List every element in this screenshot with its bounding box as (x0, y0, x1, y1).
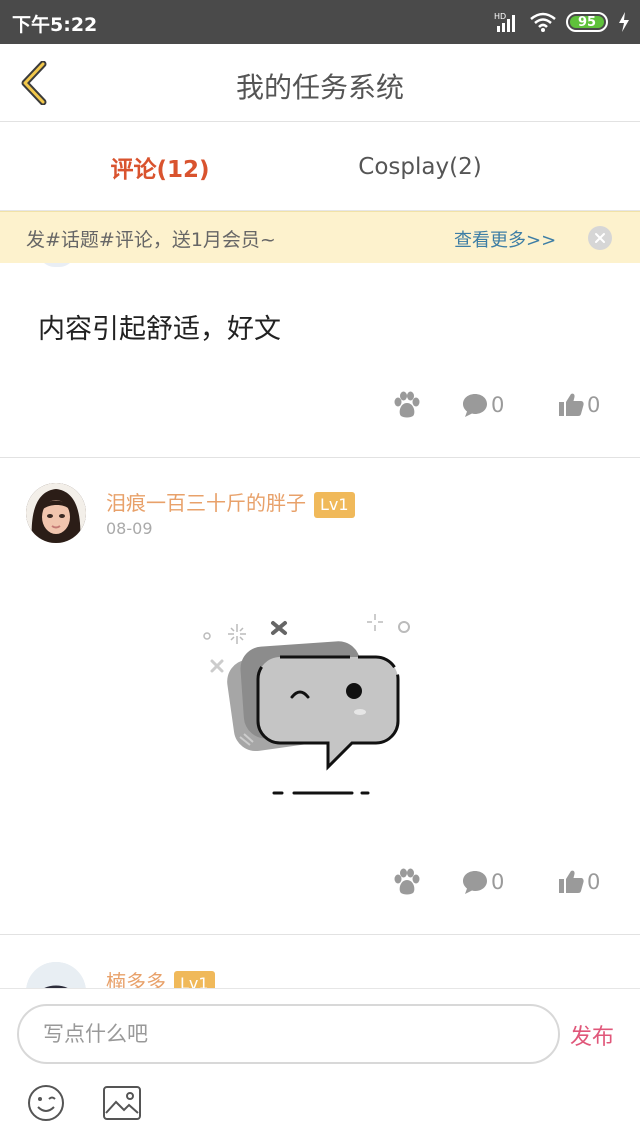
emoji-button[interactable] (26, 1083, 66, 1123)
avatar (38, 263, 76, 267)
comment-button[interactable]: 0 (462, 867, 504, 897)
thumbs-up-icon (559, 870, 584, 893)
battery-level: 95 (577, 14, 597, 30)
comment-composer: 发布 (0, 988, 640, 1138)
thumbs-up-icon (559, 393, 584, 416)
comment-button[interactable]: 0 (462, 390, 504, 420)
paw-icon (394, 868, 420, 895)
promo-more-link[interactable]: 查看更多>> (454, 226, 556, 252)
signal-hd-label: HD (494, 12, 506, 21)
publish-button[interactable]: 发布 (570, 1019, 614, 1051)
username[interactable]: 楠多多 Lv1 (106, 966, 215, 988)
paw-button[interactable] (392, 390, 422, 420)
signal-icon: HD (494, 12, 515, 32)
promo-banner: 发#话题#评论，送1月会员~ 查看更多>> (0, 211, 640, 263)
comment-icon (463, 394, 487, 417)
speech-bubble-illustration (203, 614, 410, 795)
comment-count: 0 (491, 870, 505, 894)
level-badge: Lv1 (174, 970, 215, 988)
like-count: 0 (587, 393, 601, 417)
like-button[interactable]: 0 (558, 390, 600, 420)
comment-text: 内容引起舒适，好文 (38, 314, 281, 345)
nav-bar: 我的任务系统 (0, 44, 640, 122)
username[interactable]: 泪痕一百三十斤的胖子 Lv1 (106, 487, 355, 518)
image-button[interactable] (102, 1085, 142, 1121)
level-badge: Lv1 (314, 491, 355, 518)
username-text: 楠多多 (106, 970, 166, 988)
username-text: 泪痕一百三十斤的胖子 (106, 491, 306, 515)
close-icon (595, 233, 605, 243)
list-item: 泪痕一百三十斤的胖子 Lv1 08-09 0 0 (0, 459, 640, 935)
list-item: 内容引起舒适，好文 0 0 (0, 263, 640, 458)
like-button[interactable]: 0 (558, 867, 600, 897)
promo-close-button[interactable] (588, 226, 612, 250)
wifi-icon (530, 12, 556, 32)
avatar[interactable] (26, 483, 86, 543)
comment-input[interactable] (17, 1004, 560, 1064)
tab-cosplay[interactable]: Cosplay(2) (260, 123, 580, 211)
post-actions: 0 0 (340, 867, 640, 897)
like-count: 0 (587, 870, 601, 894)
promo-text: 发#话题#评论，送1月会员~ (26, 229, 276, 251)
tab-bar: 评论(12) Cosplay(2) (0, 123, 640, 211)
status-time: 下午5:22 (12, 14, 98, 36)
status-icons: HD 95 (494, 9, 630, 35)
page-title: 我的任务系统 (235, 71, 404, 104)
comment-count: 0 (491, 393, 505, 417)
post-date: 08-09 (106, 519, 153, 538)
paw-button[interactable] (392, 867, 422, 897)
image-icon (103, 1086, 141, 1120)
paw-icon (394, 391, 420, 418)
status-bar: 下午5:22 HD 95 (0, 0, 640, 44)
comment-feed[interactable]: 内容引起舒适，好文 0 0 泪痕一百三十斤的胖子 Lv1 08-09 0 0 楠… (0, 263, 640, 988)
post-actions: 0 0 (340, 390, 640, 420)
charging-icon (619, 12, 629, 32)
avatar[interactable] (26, 962, 86, 988)
emoji-icon (28, 1085, 64, 1121)
comment-icon (463, 871, 487, 894)
list-item: 楠多多 Lv1 (0, 936, 640, 988)
battery-icon: 95 (566, 12, 608, 32)
